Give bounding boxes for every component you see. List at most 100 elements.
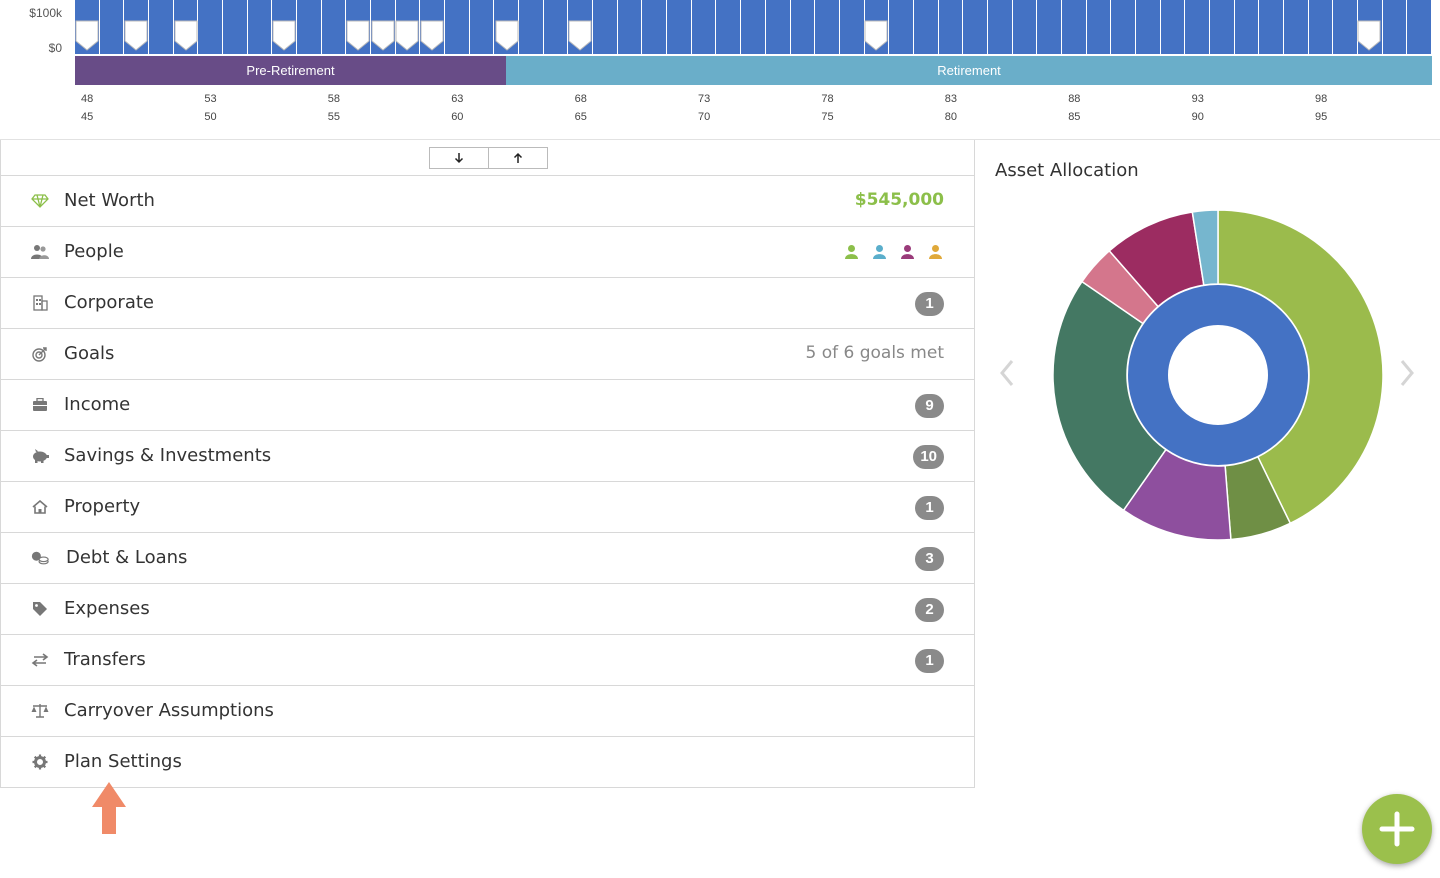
timeline-bar[interactable] [1209,0,1235,54]
row-expenses[interactable]: Expenses 2 [1,584,974,635]
coins-icon [31,549,49,567]
timeline-bar[interactable] [1111,0,1136,54]
timeline-bar[interactable] [691,0,717,54]
goals-status: 5 of 6 goals met [805,343,944,363]
row-label: Property [64,496,141,517]
event-marker-icon[interactable] [174,20,198,51]
sort-down-button[interactable] [429,147,489,169]
chevron-right-icon[interactable] [1397,358,1417,388]
event-marker-icon[interactable] [420,20,444,51]
row-label: Transfers [64,649,146,670]
row-property[interactable]: Property 1 [1,482,974,533]
timeline-bar[interactable] [223,0,248,54]
timeline-chart[interactable]: $100k $0 Pre-Retirement Retirement 48 45 5… [0,0,1440,140]
timeline-bar[interactable] [445,0,470,54]
row-label: Income [64,394,131,415]
timeline-bar[interactable] [1061,0,1087,54]
transfer-arrows-icon [31,651,49,669]
timeline-bar[interactable] [247,0,273,54]
timeline-bar[interactable] [543,0,569,54]
timeline-bar[interactable] [765,0,791,54]
timeline-bar[interactable] [987,0,1013,54]
row-people[interactable]: People [1,227,974,278]
tag-icon [31,600,49,618]
row-transfers[interactable]: Transfers 1 [1,635,974,686]
timeline-bar[interactable] [519,0,544,54]
timeline-bar[interactable] [889,0,914,54]
timeline-bar[interactable] [1333,0,1358,54]
phase-retirement[interactable]: Retirement [506,56,1432,85]
event-marker-icon[interactable] [124,20,148,51]
timeline-bar[interactable] [149,0,174,54]
event-marker-icon[interactable] [371,20,395,51]
asset-allocation-panel: Asset Allocation [975,140,1440,580]
timeline-bar[interactable] [839,0,865,54]
phase-pre-retirement[interactable]: Pre-Retirement [75,56,506,85]
timeline-bar[interactable] [790,0,816,54]
timeline-bar[interactable] [1012,0,1038,54]
timeline-bar[interactable] [1135,0,1161,54]
allocation-inner-ring[interactable] [1128,285,1308,465]
phase-bar: Pre-Retirement Retirement [75,56,1432,85]
timeline-bar[interactable] [938,0,964,54]
timeline-bar[interactable] [297,0,322,54]
event-marker-icon[interactable] [346,20,370,51]
row-debt-loans[interactable]: Debt & Loans 3 [1,533,974,584]
row-savings-investments[interactable]: Savings & Investments 10 [1,431,974,482]
timeline-bar[interactable] [1037,0,1062,54]
timeline-bar[interactable] [1086,0,1112,54]
timeline-bar[interactable] [1407,0,1432,54]
timeline-bar[interactable] [1283,0,1309,54]
row-carryover-assumptions[interactable]: Carryover Assumptions [1,686,974,737]
timeline-bar[interactable] [1234,0,1260,54]
event-marker-icon[interactable] [1357,20,1381,51]
person-icon[interactable] [899,244,916,260]
timeline-bar[interactable] [741,0,766,54]
row-label: Goals [64,343,115,364]
person-icon[interactable] [871,244,888,260]
timeline-bar[interactable] [198,0,224,54]
timeline-bar[interactable] [913,0,939,54]
age-label-primary: 93 [1191,93,1204,105]
event-marker-icon[interactable] [864,20,888,51]
plan-summary-list: Net Worth $545,000 People Corporate 1 Go… [0,140,975,788]
timeline-bar[interactable] [593,0,618,54]
event-marker-icon[interactable] [272,20,296,51]
timeline-bar[interactable] [1259,0,1284,54]
row-goals[interactable]: Goals 5 of 6 goals met [1,329,974,380]
age-label-secondary: 95 [1315,111,1328,123]
age-label-secondary: 55 [327,111,341,123]
timeline-bar[interactable] [1308,0,1334,54]
row-net-worth[interactable]: Net Worth $545,000 [1,176,974,227]
age-label-secondary: 45 [81,111,94,123]
timeline-bar[interactable] [667,0,692,54]
person-icon[interactable] [927,244,944,260]
timeline-bar[interactable] [642,0,668,54]
people-avatars[interactable] [843,244,944,260]
diamond-icon [31,192,49,210]
chevron-left-icon[interactable] [997,358,1017,388]
event-marker-icon[interactable] [495,20,519,51]
person-icon[interactable] [843,244,860,260]
timeline-bar[interactable] [99,0,125,54]
row-plan-settings[interactable]: Plan Settings [1,737,974,788]
count-badge: 2 [915,598,944,622]
timeline-bar[interactable] [963,0,988,54]
event-marker-icon[interactable] [75,20,99,51]
age-label-secondary: 70 [698,111,711,123]
timeline-bar[interactable] [1185,0,1210,54]
event-marker-icon[interactable] [395,20,419,51]
event-marker-icon[interactable] [568,20,592,51]
timeline-bar[interactable] [716,0,742,54]
add-button[interactable] [1362,794,1432,864]
timeline-bar[interactable] [321,0,347,54]
row-corporate[interactable]: Corporate 1 [1,278,974,329]
sort-up-button[interactable] [488,147,548,169]
timeline-bar[interactable] [469,0,495,54]
timeline-bar[interactable] [617,0,643,54]
timeline-bar[interactable] [1382,0,1408,54]
row-income[interactable]: Income 9 [1,380,974,431]
asset-allocation-donut[interactable] [1053,210,1383,540]
timeline-bar[interactable] [815,0,840,54]
timeline-bar[interactable] [1160,0,1186,54]
